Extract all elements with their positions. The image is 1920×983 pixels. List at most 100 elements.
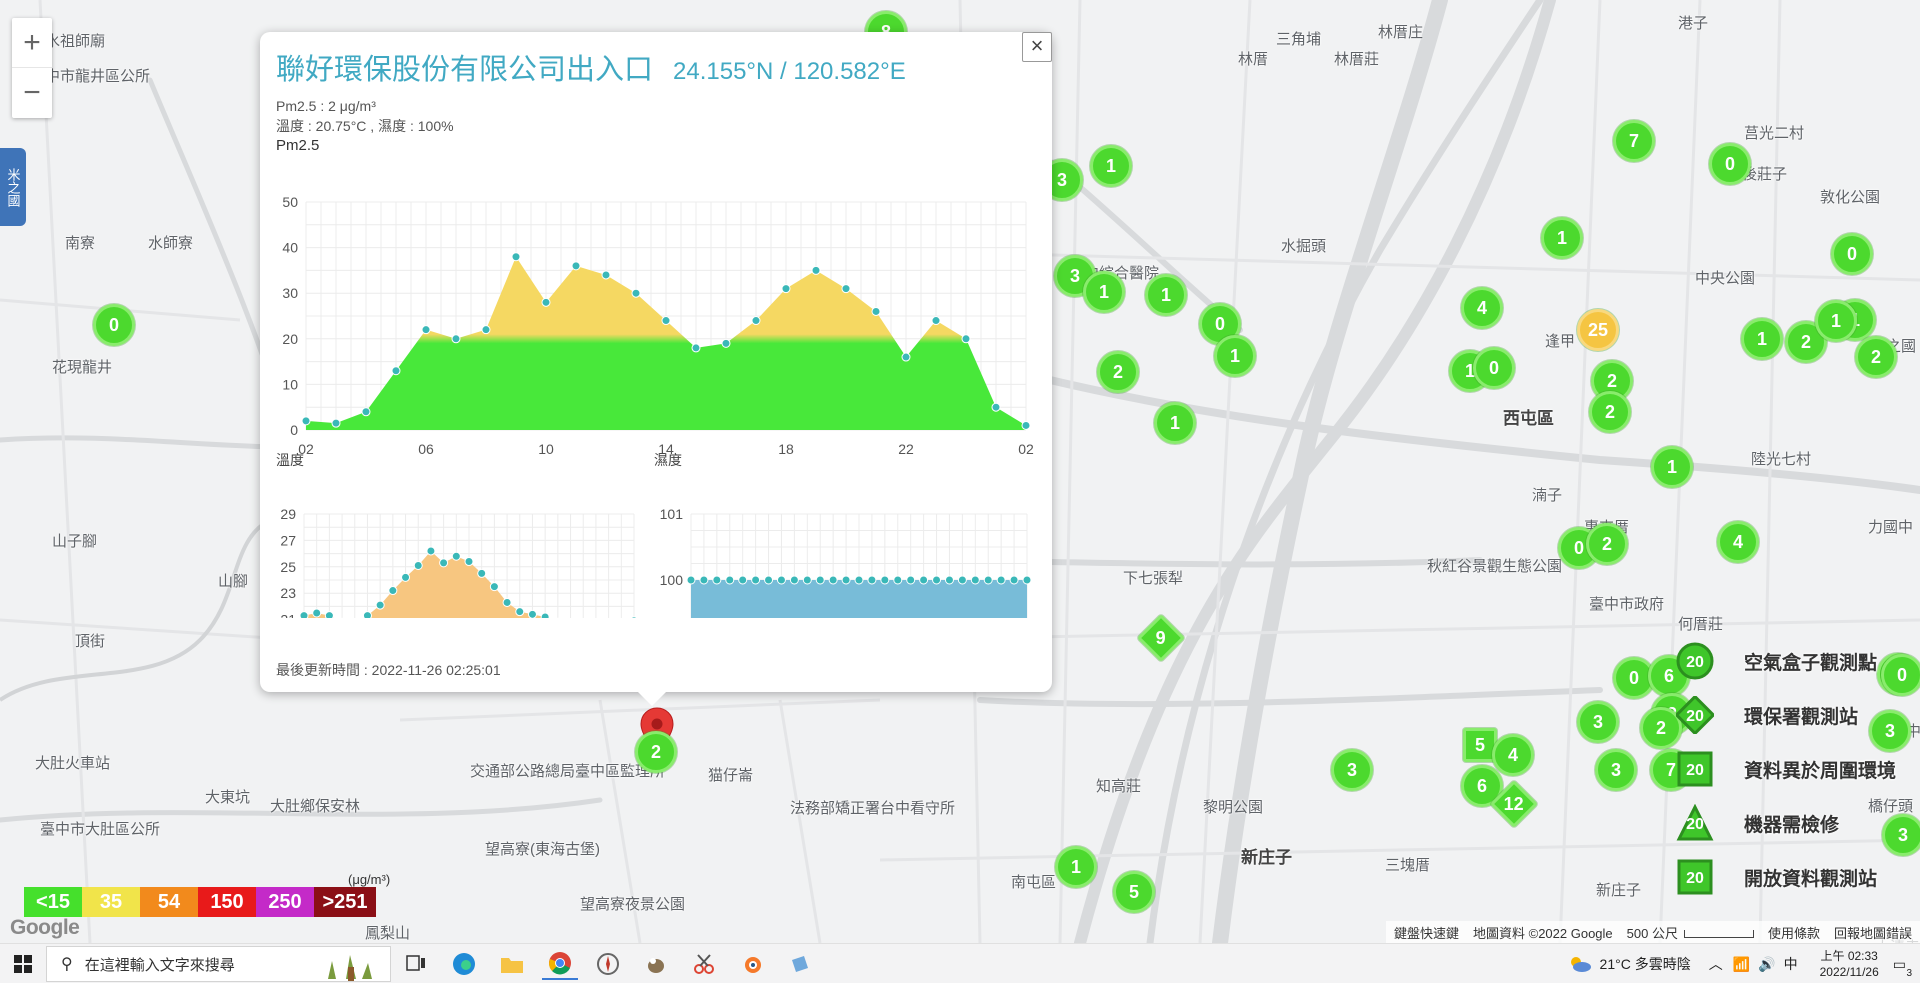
terms-link[interactable]: 使用條款: [1768, 923, 1820, 942]
data-point[interactable]: [932, 575, 942, 585]
weather-text[interactable]: 21°C 多雲時陰: [1600, 954, 1691, 974]
chrome-browser-icon[interactable]: [542, 948, 578, 980]
keyboard-shortcuts-link[interactable]: 鍵盤快速鍵: [1394, 923, 1459, 942]
data-point[interactable]: [571, 261, 581, 271]
station-cluster-marker[interactable]: 3: [1869, 710, 1911, 752]
network-icon[interactable]: 📶: [1733, 956, 1750, 973]
station-cluster-marker[interactable]: 0: [1709, 143, 1751, 185]
app-launcher-icon[interactable]: [782, 948, 818, 980]
zoom-in-button[interactable]: +: [12, 18, 52, 68]
data-point[interactable]: [751, 575, 761, 585]
clock[interactable]: 上午 02:33 2022/11/26: [1820, 948, 1879, 980]
data-point[interactable]: [515, 607, 525, 617]
data-point[interactable]: [362, 611, 372, 618]
map-canvas[interactable]: 清水祖師廟臺中市龍井區公所南寮水師寮涇水花現龍井山子腳山腳頂街大肚火車站大東坑大…: [0, 0, 1920, 943]
data-point[interactable]: [781, 284, 791, 294]
station-cluster-marker[interactable]: 1: [1815, 300, 1857, 342]
data-point[interactable]: [426, 546, 436, 556]
data-point[interactable]: [893, 575, 903, 585]
ime-indicator[interactable]: 中: [1784, 954, 1798, 974]
data-point[interactable]: [721, 338, 731, 348]
data-point[interactable]: [751, 316, 761, 326]
data-point[interactable]: [464, 557, 474, 567]
data-point[interactable]: [867, 575, 877, 585]
data-point[interactable]: [502, 597, 512, 607]
data-point[interactable]: [541, 297, 551, 307]
file-explorer-icon[interactable]: [494, 948, 530, 980]
data-point[interactable]: [331, 418, 341, 428]
data-point[interactable]: [401, 572, 411, 582]
station-cluster-marker[interactable]: 2: [1589, 391, 1631, 433]
gimp-app-icon[interactable]: [638, 948, 674, 980]
station-cluster-marker[interactable]: 1: [1090, 145, 1132, 187]
data-point[interactable]: [1021, 420, 1031, 430]
side-panel-tab[interactable]: 米之國: [0, 148, 26, 226]
data-point[interactable]: [1009, 575, 1019, 585]
data-point[interactable]: [391, 366, 401, 376]
data-point[interactable]: [481, 325, 491, 335]
data-point[interactable]: [789, 575, 799, 585]
data-point[interactable]: [413, 560, 423, 570]
station-cluster-marker[interactable]: 1: [1055, 846, 1097, 888]
windows-start-button[interactable]: [0, 944, 46, 983]
data-point[interactable]: [776, 575, 786, 585]
data-point[interactable]: [961, 334, 971, 344]
data-point[interactable]: [527, 609, 537, 618]
station-cluster-marker[interactable]: 4: [1461, 287, 1503, 329]
data-point[interactable]: [699, 575, 709, 585]
taskbar-search-box[interactable]: ⚲ 在這裡輸入文字來搜尋: [46, 946, 391, 982]
data-point[interactable]: [901, 352, 911, 362]
station-cluster-marker[interactable]: 1: [1741, 318, 1783, 360]
data-point[interactable]: [854, 575, 864, 585]
data-point[interactable]: [312, 608, 322, 618]
station-cluster-marker[interactable]: 1: [1083, 271, 1125, 313]
data-point[interactable]: [983, 575, 993, 585]
data-point[interactable]: [661, 316, 671, 326]
data-point[interactable]: [764, 575, 774, 585]
station-cluster-marker[interactable]: 3: [1882, 814, 1920, 856]
station-cluster-marker[interactable]: 25: [1577, 309, 1619, 351]
data-point[interactable]: [489, 582, 499, 592]
data-point[interactable]: [957, 575, 967, 585]
data-point[interactable]: [388, 586, 398, 596]
station-cluster-marker[interactable]: 2: [1097, 351, 1139, 393]
data-point[interactable]: [299, 611, 309, 618]
data-point[interactable]: [451, 334, 461, 344]
data-point[interactable]: [944, 575, 954, 585]
station-cluster-marker[interactable]: 1: [1651, 446, 1693, 488]
data-point[interactable]: [540, 612, 550, 618]
station-cluster-marker[interactable]: 2: [1586, 523, 1628, 565]
task-view-icon[interactable]: [398, 948, 434, 980]
data-point[interactable]: [970, 575, 980, 585]
data-point[interactable]: [324, 611, 334, 618]
station-cluster-marker[interactable]: 3: [1577, 701, 1619, 743]
data-point[interactable]: [439, 558, 449, 568]
data-point[interactable]: [477, 568, 487, 578]
data-point[interactable]: [991, 402, 1001, 412]
station-cluster-marker[interactable]: 5: [1113, 871, 1155, 913]
station-cluster-marker[interactable]: 3: [1331, 749, 1373, 791]
data-point[interactable]: [361, 407, 371, 417]
station-cluster-marker[interactable]: 4: [1717, 521, 1759, 563]
data-point[interactable]: [802, 575, 812, 585]
station-cluster-marker[interactable]: 7: [1613, 120, 1655, 162]
data-point[interactable]: [906, 575, 916, 585]
data-point[interactable]: [451, 551, 461, 561]
station-cluster-marker[interactable]: 0: [1473, 347, 1515, 389]
station-cluster-marker[interactable]: 1: [1214, 335, 1256, 377]
station-cluster-marker[interactable]: 1: [1145, 274, 1187, 316]
station-cluster-marker[interactable]: 2: [1855, 336, 1897, 378]
data-point[interactable]: [811, 265, 821, 275]
station-cluster-marker[interactable]: 1: [1541, 217, 1583, 259]
data-point[interactable]: [725, 575, 735, 585]
data-point[interactable]: [880, 575, 890, 585]
station-cluster-marker[interactable]: 0: [93, 304, 135, 346]
selected-station-marker[interactable]: 2: [635, 731, 677, 773]
data-point[interactable]: [630, 616, 638, 618]
data-point[interactable]: [931, 316, 941, 326]
notification-icon[interactable]: ▭ 3: [1893, 956, 1912, 979]
data-point[interactable]: [1022, 575, 1032, 585]
data-point[interactable]: [841, 575, 851, 585]
chevron-up-icon[interactable]: ︿: [1709, 954, 1723, 974]
data-point[interactable]: [301, 416, 311, 426]
